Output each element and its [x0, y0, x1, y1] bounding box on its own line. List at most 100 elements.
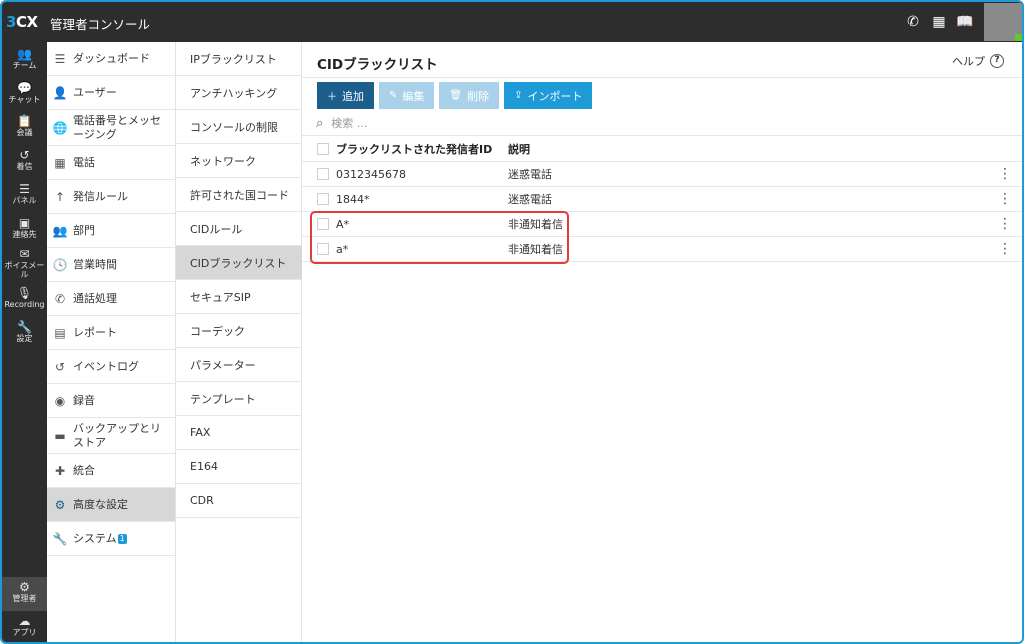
submenu-fax[interactable]: FAX — [176, 416, 302, 450]
table-row[interactable]: A* 非通知着信 ⋮ — [302, 212, 1022, 237]
wrench-icon: 🔧 — [17, 320, 32, 334]
column-header-description[interactable]: 説明 — [508, 141, 530, 157]
edit-button[interactable]: ✎ 編集 — [379, 82, 435, 109]
submenu-anti-hacking[interactable]: アンチハッキング — [176, 76, 302, 110]
more-vertical-icon[interactable]: ⋮ — [998, 192, 1012, 206]
chat-icon: 💬 — [17, 81, 32, 95]
search-box[interactable]: ⌕ 検索 ... — [316, 115, 367, 131]
add-button[interactable]: ＋追加 — [317, 82, 374, 109]
gear-icon: ⚙ — [54, 497, 66, 512]
3cx-logo[interactable]: 3CX — [6, 13, 38, 31]
apps-icon: ☁ — [18, 614, 31, 628]
rail-item-panel[interactable]: ☰ パネル — [2, 183, 47, 206]
submenu-cdr[interactable]: CDR — [176, 484, 302, 518]
submenu-ip-blacklist[interactable]: IPブラックリスト — [176, 42, 302, 76]
nav-users[interactable]: 👤 ユーザー — [47, 76, 175, 110]
nav-integration[interactable]: ✚ 統合 — [47, 454, 175, 488]
more-vertical-icon[interactable]: ⋮ — [998, 217, 1012, 231]
nav-numbers-messaging[interactable]: 🌐 電話番号とメッセージング — [47, 110, 175, 146]
row-checkbox[interactable] — [317, 218, 329, 230]
nav-recordings[interactable]: ◉ 録音 — [47, 384, 175, 418]
record-icon: ◉ — [54, 393, 66, 408]
nav-phones[interactable]: ▦ 電話 — [47, 146, 175, 180]
submenu-parameters[interactable]: パラメーター — [176, 348, 302, 382]
row-checkbox[interactable] — [317, 243, 329, 255]
globe-icon: 🌐 — [52, 120, 68, 135]
nav-backup-restore[interactable]: ▬ バックアップとリストア — [47, 418, 175, 454]
row-checkbox[interactable] — [317, 168, 329, 180]
column-header-caller-id[interactable]: ブラックリストされた発信者ID — [336, 141, 492, 157]
rail-item-apps[interactable]: ☁ アプリ — [2, 614, 47, 638]
more-vertical-icon[interactable]: ⋮ — [998, 242, 1012, 256]
toolbar: ＋追加 ✎ 編集 🗑 削除 ⇪ インポート — [317, 82, 597, 109]
row-checkbox[interactable] — [317, 193, 329, 205]
rail-item-settings[interactable]: 🔧 設定 — [2, 320, 47, 344]
page-title: CIDブラックリスト — [317, 57, 438, 73]
rail-item-calls[interactable]: ↺ 着信 — [2, 149, 47, 172]
admin-menu: ☰ ダッシュボード 👤 ユーザー 🌐 電話番号とメッセージング ▦ 電話 ↑ 発信ルール … — [47, 42, 176, 642]
nav-departments[interactable]: 👥 部門 — [47, 214, 175, 248]
nav-outbound-rules[interactable]: ↑ 発信ルール — [47, 180, 175, 214]
backup-icon: ▬ — [54, 428, 66, 443]
wrench-icon: 🔧 — [52, 531, 68, 546]
rail-item-contacts[interactable]: ▣ 連絡先 — [2, 217, 47, 240]
cid-blacklist-table: ブラックリストされた発信者ID 説明 0312345678 迷惑電話 ⋮ 184… — [302, 136, 1022, 262]
table-row[interactable]: a* 非通知着信 ⋮ — [302, 237, 1022, 262]
rail-item-meeting[interactable]: 📋 会議 — [2, 114, 47, 138]
submenu-e164[interactable]: E164 — [176, 450, 302, 484]
team-icon: 👥 — [17, 47, 32, 61]
nav-office-hours[interactable]: 🕓 営業時間 — [47, 248, 175, 282]
submenu-cid-blacklist[interactable]: CIDブラックリスト — [176, 246, 302, 280]
rail-item-recording[interactable]: 🎙 Recording — [2, 287, 47, 310]
rail-item-voicemail[interactable]: ✉ ボイスメール — [2, 247, 47, 280]
nav-event-log[interactable]: ↺ イベントログ — [47, 350, 175, 384]
select-all-checkbox[interactable] — [317, 142, 329, 155]
rail-item-chat[interactable]: 💬 チャット — [2, 81, 47, 105]
pencil-icon: ✎ — [389, 90, 398, 101]
report-icon: ▤ — [54, 325, 66, 340]
help-icon: ? — [990, 54, 1004, 68]
arrow-up-icon: ↑ — [54, 189, 66, 204]
caller-id-cell: A* — [336, 217, 350, 231]
more-vertical-icon[interactable]: ⋮ — [998, 167, 1012, 181]
caller-id-cell: 0312345678 — [336, 167, 406, 181]
nav-advanced-settings[interactable]: ⚙ 高度な設定 — [47, 488, 175, 522]
submenu-secure-sip[interactable]: セキュアSIP — [176, 280, 302, 314]
submenu-console-restrictions[interactable]: コンソールの制限 — [176, 110, 302, 144]
submenu-templates[interactable]: テンプレート — [176, 382, 302, 416]
rail-item-admin[interactable]: ⚙ 管理者 — [2, 577, 47, 611]
app-title: 管理者コンソール — [50, 17, 151, 32]
phone-icon[interactable]: ✆ — [900, 2, 926, 42]
submenu-codecs[interactable]: コーデック — [176, 314, 302, 348]
puzzle-icon: ✚ — [54, 463, 66, 478]
rail-item-team[interactable]: 👥 チーム — [2, 47, 47, 71]
notification-badge: 1 — [117, 533, 127, 544]
description-cell: 迷惑電話 — [508, 168, 552, 181]
nav-call-handling[interactable]: ✆ 通話処理 — [47, 282, 175, 316]
import-button[interactable]: ⇪ インポート — [504, 82, 593, 109]
submenu-cid-rules[interactable]: CIDルール — [176, 212, 302, 246]
caller-id-cell: 1844* — [336, 192, 370, 206]
table-row[interactable]: 1844* 迷惑電話 ⋮ — [302, 187, 1022, 212]
call-handling-icon: ✆ — [54, 291, 66, 306]
help-link[interactable]: ヘルプ? — [952, 53, 1004, 69]
gear-icon: ⚙ — [19, 580, 30, 594]
nav-dashboard[interactable]: ☰ ダッシュボード — [47, 42, 175, 76]
description-cell: 非通知着信 — [508, 218, 563, 231]
nav-reports[interactable]: ▤ レポート — [47, 316, 175, 350]
avatar[interactable] — [984, 3, 1022, 41]
voicemail-icon: ✉ — [19, 247, 30, 261]
book-icon[interactable]: 📖 — [952, 2, 978, 42]
table-row[interactable]: 0312345678 迷惑電話 ⋮ — [302, 162, 1022, 187]
submenu-allowed-country-codes[interactable]: 許可された国コード — [176, 178, 302, 212]
upload-icon: ⇪ — [514, 90, 523, 101]
submenu-network[interactable]: ネットワーク — [176, 144, 302, 178]
search-input[interactable]: 検索 ... — [331, 115, 367, 131]
nav-system[interactable]: 🔧 システム 1 — [47, 522, 175, 556]
phone-grid-icon: ▦ — [54, 155, 66, 170]
delete-button[interactable]: 🗑 削除 — [439, 82, 500, 109]
qr-code-icon[interactable]: ▦ — [926, 2, 952, 42]
divider — [302, 77, 1022, 78]
meeting-icon: 📋 — [17, 114, 32, 128]
left-rail: 👥 チーム 💬 チャット 📋 会議 ↺ 着信 ☰ パネル ▣ 連絡先 ✉ ボイスメール 🎙 Re… — [2, 42, 47, 642]
